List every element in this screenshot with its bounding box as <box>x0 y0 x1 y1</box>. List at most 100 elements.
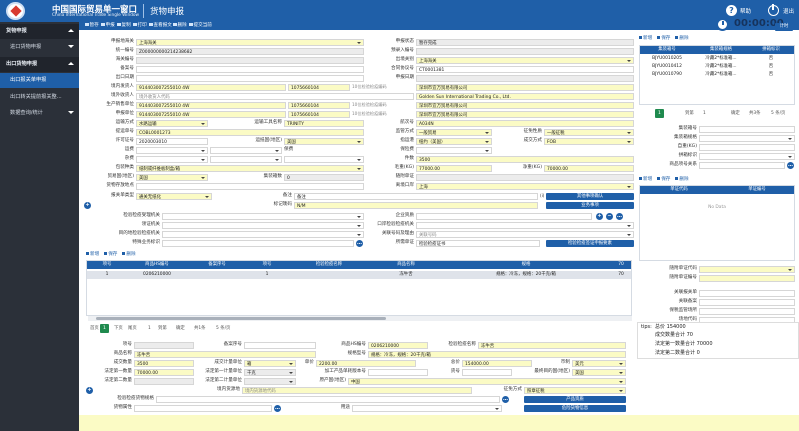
add-circle-icon[interactable]: + <box>84 201 91 209</box>
license-number-input[interactable]: 2020003010 <box>136 137 208 145</box>
consumption-version-input[interactable] <box>368 368 428 376</box>
enterprise-qualification-input[interactable] <box>416 212 592 220</box>
print-button[interactable]: 打印 <box>133 22 147 30</box>
trade-terms-select[interactable]: FOB <box>544 137 634 145</box>
record-item-input[interactable] <box>244 341 316 349</box>
levy-nature-select[interactable]: 一般征税 <box>544 128 634 136</box>
pager-first[interactable]: 首页 <box>90 324 99 333</box>
agent-code-input[interactable]: 914403007255010 4W <box>136 110 286 118</box>
sidebar-item-export-transit[interactable]: 出口转关提前报关整... <box>0 90 79 105</box>
voyage-number-input[interactable]: A034N <box>416 119 634 127</box>
container-weight-input[interactable] <box>699 143 795 151</box>
domestic-source-input[interactable]: 境内货源地代码 <box>242 386 472 394</box>
license-authority-select[interactable] <box>162 221 364 229</box>
export-date-input[interactable] <box>136 74 364 82</box>
pager-size-select[interactable]: 5 条/页 <box>216 324 230 333</box>
pager-page-number[interactable]: 1 <box>148 324 151 333</box>
related-record-input[interactable] <box>699 298 795 306</box>
dangerous-goods-button[interactable]: 危险货物信息 <box>524 404 626 412</box>
special-business-input[interactable] <box>162 239 354 247</box>
sidebar-item-data-query[interactable]: 数据查询/统计 <box>0 106 79 121</box>
remove-circle-icon[interactable]: − <box>606 212 613 220</box>
deal-quantity-input[interactable]: 3500 <box>134 359 194 367</box>
horizontal-scrollbar[interactable] <box>88 316 632 321</box>
net-weight-input[interactable]: 70000.00 <box>544 164 634 172</box>
contract-number-input[interactable]: CT0001381 <box>416 65 634 73</box>
freight-input[interactable] <box>136 146 208 154</box>
insurance-input[interactable] <box>416 146 492 154</box>
more-circle-icon[interactable]: … <box>274 404 281 412</box>
transport-mode-select[interactable]: 水路运输 <box>136 119 208 127</box>
destination-country-select[interactable]: 美国 <box>284 137 364 145</box>
more-circle-icon[interactable]: … <box>616 212 623 220</box>
destination-port-select[interactable]: 纽约（美国） <box>416 137 492 145</box>
container-save-button[interactable]: 保存 <box>657 35 670 42</box>
doc-add-button[interactable]: 新增 <box>639 176 652 183</box>
table-row[interactable]: BJYU0010412 冷藏2*标准箱... 否 <box>640 63 794 71</box>
doc-delete-button[interactable]: 删除 <box>675 176 688 183</box>
shipping-mark-input[interactable]: N/M <box>294 201 538 209</box>
unit-price-input[interactable]: 2200.00 <box>316 359 416 367</box>
doc-save-button[interactable]: 保存 <box>657 176 670 183</box>
sidebar-item-import-declaration[interactable]: 进口货物申报 <box>0 40 79 55</box>
sidebar-item-goods-declaration[interactable]: 货物申报 <box>0 24 79 39</box>
agent-ciq-input[interactable]: 1075660104 <box>288 110 350 118</box>
package-type-select[interactable]: 纸制或纤维板制盒/箱 <box>136 164 364 172</box>
item-relation-input[interactable] <box>699 161 785 169</box>
misc-fee-input[interactable] <box>136 155 208 163</box>
required-docs-input[interactable]: 检验检疫证书 <box>416 239 540 247</box>
ciq-elements-button[interactable]: 检验检疫签证申报要素 <box>546 239 634 247</box>
pager-current-page[interactable]: 1 <box>100 324 109 333</box>
final-country-select[interactable]: 美国 <box>572 368 626 376</box>
pager-current-page[interactable]: 1 <box>655 109 664 118</box>
vessel-name-input[interactable]: TRINITY <box>284 119 364 127</box>
consignee-code-input[interactable]: 境外收货人代码 <box>136 92 414 100</box>
declaration-type-select[interactable]: 通关无纸化 <box>136 192 212 200</box>
doc-number-input[interactable] <box>699 274 795 282</box>
goods-save-button[interactable]: 保存 <box>104 251 117 258</box>
port-inspection-select[interactable] <box>416 221 634 229</box>
producer-ciq-input[interactable]: 1075660104 <box>288 101 350 109</box>
misc-mark-select[interactable] <box>284 155 364 163</box>
misc-currency-select[interactable] <box>210 155 282 163</box>
lcl-flag-select[interactable] <box>699 152 795 160</box>
producer-name-input[interactable]: 深圳市宜万贸易有限公司 <box>416 101 634 109</box>
shipper-name-input[interactable]: 深圳市宜万贸易有限公司 <box>416 83 634 91</box>
shipper-code-input[interactable]: 914403007255010 4W <box>136 83 286 91</box>
goods-add-button[interactable]: 新增 <box>86 251 99 258</box>
spec-model-input[interactable]: 规格：冷冻，规格：20千克/箱 <box>368 350 626 358</box>
more-circle-icon[interactable]: … <box>787 161 794 169</box>
hs-code-input[interactable]: 0206210000 <box>368 341 428 349</box>
help-icon[interactable]: ? <box>726 5 737 16</box>
goods-number-input[interactable] <box>462 368 512 376</box>
storage-place-input[interactable] <box>136 182 364 190</box>
agent-name-input[interactable]: 深圳市宜万贸易有限公司 <box>416 110 634 118</box>
legal-qty1-input[interactable]: 70000.00 <box>134 368 194 376</box>
declare-customs-select[interactable]: 上海海关 <box>136 38 364 46</box>
package-count-input[interactable]: 3500 <box>416 155 634 163</box>
add-circle-icon[interactable]: + <box>86 386 93 394</box>
pager-page-number[interactable]: 1 <box>703 109 706 118</box>
origin-country-select[interactable]: 中国 <box>348 377 626 385</box>
stash-button[interactable]: 暂存 <box>85 22 99 30</box>
ciq-name-input[interactable]: 冻牛舌 <box>478 341 626 349</box>
sidebar-item-export-customs-form[interactable]: 出口报关单申报 <box>0 73 79 88</box>
record-number-input[interactable] <box>136 65 364 73</box>
gross-weight-input[interactable]: 77000.00 <box>416 164 492 172</box>
freight-currency-select[interactable] <box>210 146 282 154</box>
table-row[interactable]: BJYU0010205 冷藏2*标准箱... 否 <box>640 55 794 63</box>
destination-inspection-select[interactable] <box>162 230 364 238</box>
supervision-mode-select[interactable]: 一般贸易 <box>416 128 492 136</box>
doc-code-select[interactable] <box>699 265 795 273</box>
producer-code-input[interactable]: 914403007255010 4W <box>136 101 286 109</box>
consignee-name-input[interactable]: Golden Sun International Trading Co., Lt… <box>416 92 634 100</box>
pager-last[interactable]: 尾页 <box>128 324 137 333</box>
total-price-input[interactable]: 154000.00 <box>462 359 532 367</box>
timer-button[interactable]: 计时 <box>775 23 793 31</box>
remark-input[interactable]: 备注 <box>294 192 538 200</box>
help-link[interactable]: 帮助 <box>740 7 751 15</box>
bill-of-lading-input[interactable]: COBL0001273 <box>136 128 364 136</box>
pager-size-select[interactable]: 5 条/页 <box>771 109 785 118</box>
other-matters-button[interactable]: 其他事项确认 <box>546 192 634 200</box>
more-circle-icon[interactable]: … <box>356 239 363 247</box>
